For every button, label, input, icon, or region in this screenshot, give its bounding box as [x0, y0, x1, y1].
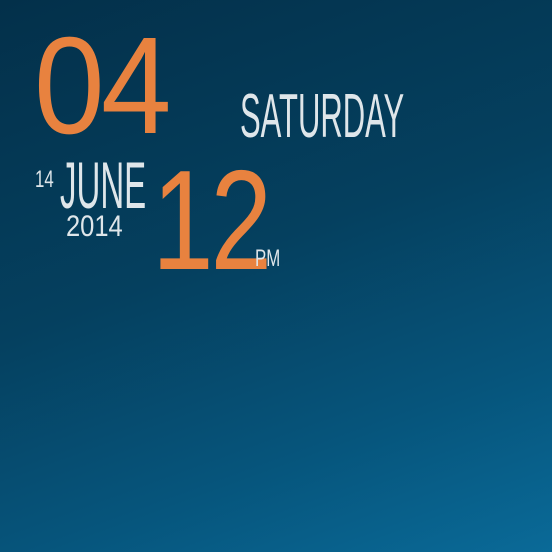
hour-display: 12 — [152, 141, 272, 300]
weekday-label: SATURDAY — [240, 82, 405, 151]
month-label: JUNE — [60, 148, 147, 222]
year-label: 2014 — [66, 210, 123, 243]
minutes-display: 04 — [34, 9, 172, 163]
day-of-month: 14 — [35, 166, 54, 193]
am-pm-label: pm — [255, 245, 281, 272]
